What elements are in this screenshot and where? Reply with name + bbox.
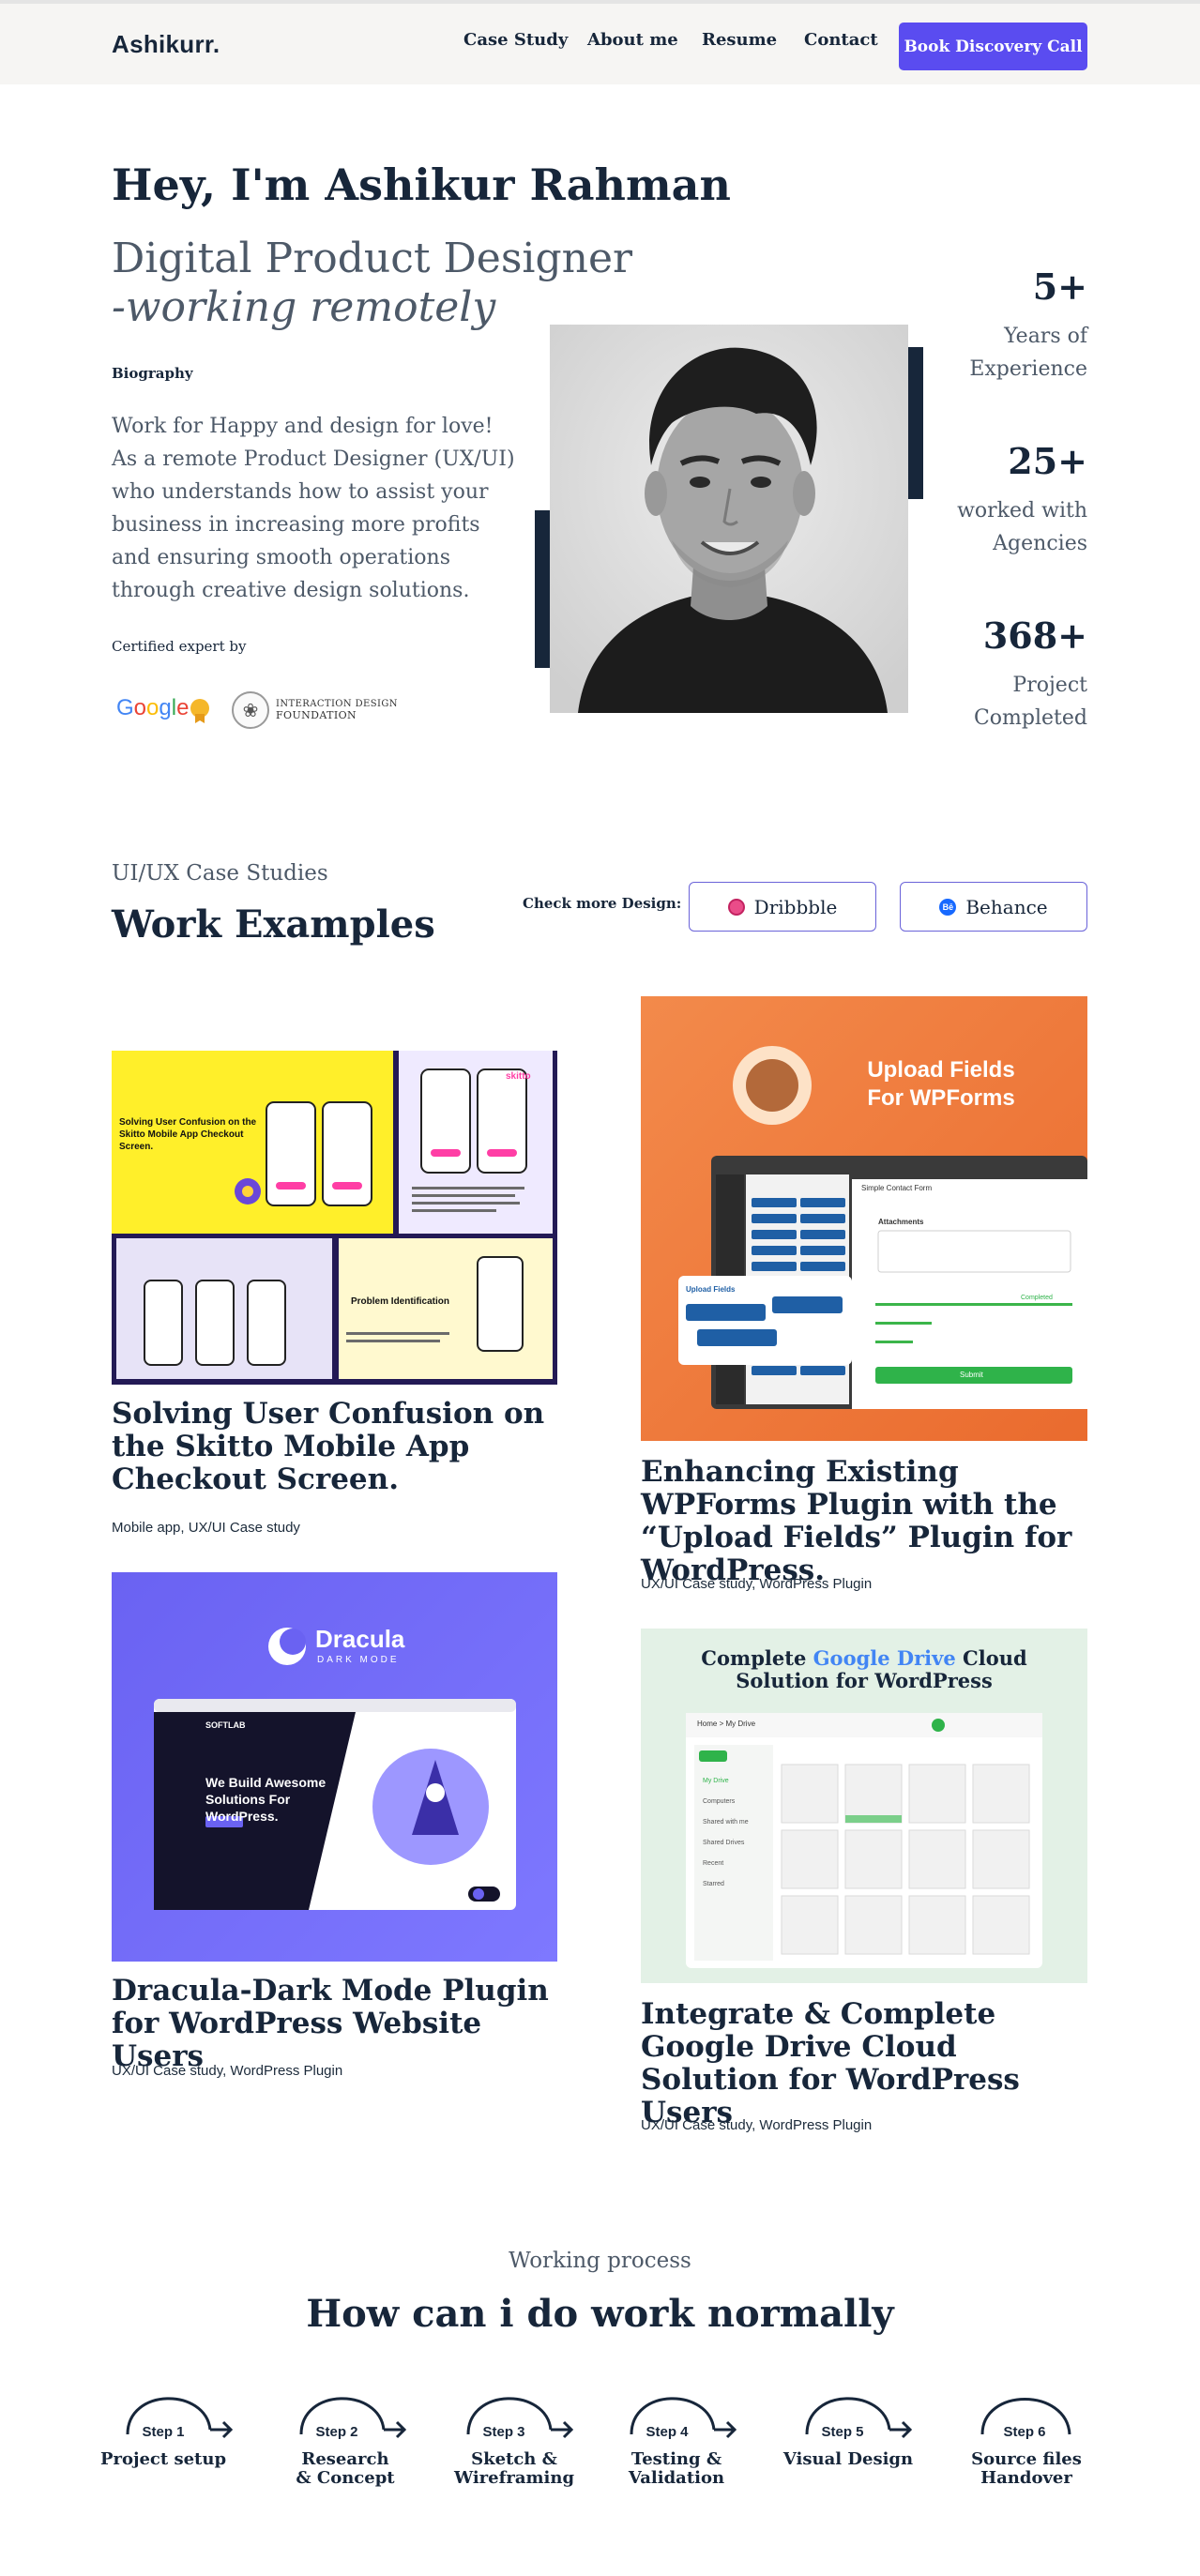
- check-more-label: Check more Design:: [523, 895, 682, 912]
- stat-label: worked with: [957, 499, 1087, 523]
- stat-label: Agencies: [993, 532, 1087, 555]
- profile-photo: [550, 325, 908, 713]
- interaction-design-foundation-logo: ❀: [232, 691, 269, 729]
- hero-greeting: Hey, I'm Ashikur Rahman: [112, 159, 731, 210]
- step-label: Step 1: [142, 2424, 185, 2440]
- decorative-bar: [535, 510, 550, 668]
- process-step-5: Step 5: [796, 2383, 918, 2458]
- site-header: Ashikurr. Case Study About me Resume Con…: [0, 0, 1200, 84]
- nav-about-me[interactable]: About me: [587, 30, 678, 50]
- stat-value: 25+: [1008, 440, 1087, 482]
- certified-label: Certified expert by: [112, 638, 247, 655]
- work-title: Work Examples: [112, 902, 435, 947]
- process-step-2: Step 2: [290, 2383, 412, 2458]
- stat-label: Completed: [973, 706, 1087, 730]
- step-name: Research & Concept: [296, 2449, 395, 2488]
- case-study-title[interactable]: Enhancing Existing WPForms Plugin with t…: [641, 1456, 1087, 1587]
- certificate-medal-icon: [190, 699, 209, 718]
- step-name: Project setup: [99, 2449, 227, 2469]
- case-study-tags: UX/UI Case study, WordPress Plugin: [112, 2063, 343, 2079]
- case-study-image-dracula[interactable]: Dracula DARK MODE SOFTLAB We Build Aweso…: [112, 1572, 557, 1962]
- nav-case-study[interactable]: Case Study: [463, 30, 568, 50]
- step-label: Step 4: [646, 2424, 689, 2440]
- google-logo: Google: [116, 695, 190, 720]
- case-study-image-wpforms[interactable]: Upload Fields For WPForms Simple Contact…: [641, 996, 1087, 1441]
- dribbble-button[interactable]: Dribbble: [689, 882, 876, 932]
- process-step-4: Step 4: [620, 2383, 742, 2458]
- process-kicker: Working process: [509, 2249, 691, 2273]
- behance-icon: Bē: [939, 898, 957, 916]
- nav-contact[interactable]: Contact: [804, 30, 878, 50]
- stat-label: Experience: [969, 357, 1087, 381]
- dribbble-icon: [727, 898, 745, 916]
- book-discovery-call-button[interactable]: Book Discovery Call: [899, 23, 1087, 70]
- nav-resume[interactable]: Resume: [702, 30, 777, 50]
- case-study-tags: Mobile app, UX/UI Case study: [112, 1520, 300, 1536]
- case-study-title[interactable]: Dracula-Dark Mode Plugin for WordPress W…: [112, 1975, 557, 2073]
- case-study-title[interactable]: Integrate & Complete Google Drive Cloud …: [641, 1998, 1087, 2129]
- case-study-tags: UX/UI Case study, WordPress Plugin: [641, 2117, 873, 2133]
- step-label: Step 2: [315, 2424, 358, 2440]
- process-step-6: Step 6: [978, 2383, 1100, 2458]
- decorative-bar: [908, 347, 923, 499]
- case-study-image-skitto[interactable]: Solving User Confusion on the Skitto Mob…: [112, 1051, 557, 1385]
- curved-arc-icon: [980, 2398, 1071, 2435]
- process-title: How can i do work normally: [306, 2292, 894, 2336]
- process-step-3: Step 3: [457, 2383, 579, 2458]
- behance-button[interactable]: Bē Behance: [900, 882, 1087, 932]
- step-name: Source files Handover: [971, 2449, 1082, 2488]
- case-study-tags: UX/UI Case study, WordPress Plugin: [641, 1576, 873, 1592]
- process-step-1: Step 1: [116, 2383, 238, 2458]
- step-name: Testing & Validation: [628, 2449, 725, 2488]
- step-label: Step 3: [482, 2424, 525, 2440]
- biography-text: Work for Happy and design for love! As a…: [112, 415, 515, 602]
- stat-value: 5+: [1032, 265, 1087, 308]
- stat-value: 368+: [982, 614, 1087, 657]
- curved-arrow-icon: [466, 2397, 574, 2439]
- curved-arrow-icon: [805, 2397, 913, 2439]
- step-label: Step 6: [1003, 2424, 1046, 2440]
- case-study-title[interactable]: Solving User Confusion on the Skitto Mob…: [112, 1398, 557, 1496]
- step-label: Step 5: [821, 2424, 864, 2440]
- hero-role-suffix: -working remotely: [112, 283, 496, 331]
- case-study-image-google-drive[interactable]: Complete Google Drive Cloud Solution for…: [641, 1629, 1087, 1983]
- hero-role: Digital Product Designer: [112, 235, 633, 282]
- site-logo[interactable]: Ashikurr.: [112, 30, 220, 59]
- curved-arrow-icon: [299, 2397, 407, 2439]
- step-name: Visual Design: [782, 2449, 914, 2469]
- stat-label: Years of: [1004, 325, 1087, 348]
- biography-label: Biography: [112, 365, 193, 382]
- step-name: Sketch & Wireframing: [453, 2449, 575, 2488]
- work-kicker: UI/UX Case Studies: [112, 861, 328, 886]
- curved-arrow-icon: [126, 2397, 234, 2439]
- curved-arrow-icon: [630, 2397, 737, 2439]
- stat-label: Project: [1012, 674, 1087, 697]
- idf-wordmark: INTERACTION DESIGN FOUNDATION: [276, 699, 398, 721]
